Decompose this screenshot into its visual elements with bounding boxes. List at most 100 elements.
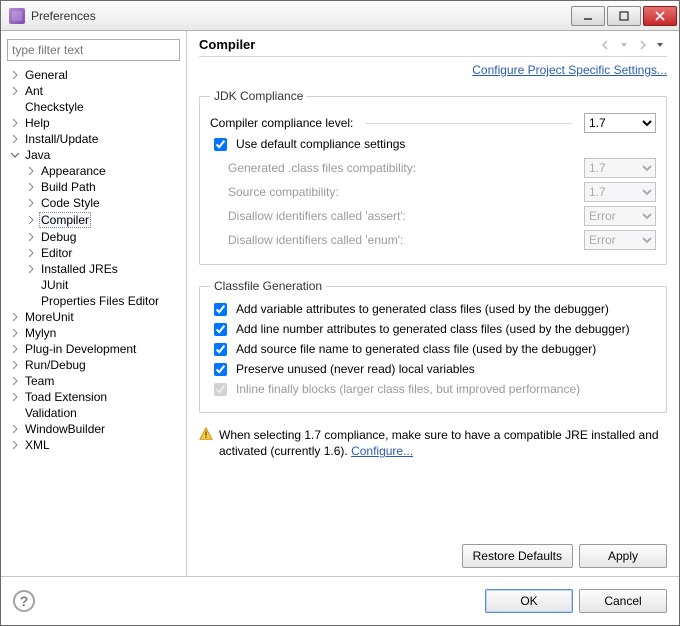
configure-project-link[interactable]: Configure Project Specific Settings... — [472, 63, 667, 77]
blank-icon — [9, 407, 21, 419]
help-icon[interactable]: ? — [13, 590, 35, 612]
tree-item-properties-editor[interactable]: Properties Files Editor — [7, 293, 180, 309]
add-source-name-checkbox[interactable] — [214, 343, 227, 356]
warning-icon — [199, 427, 213, 441]
chevron-right-icon — [25, 214, 37, 226]
tree-item-ant[interactable]: Ant — [7, 83, 180, 99]
classfile-generation-group: Classfile Generation Add variable attrib… — [199, 279, 667, 413]
nav-toolbar — [599, 38, 667, 52]
chevron-right-icon — [9, 69, 21, 81]
tree-item-installed-jres[interactable]: Installed JREs — [7, 261, 180, 277]
close-button[interactable] — [643, 6, 677, 26]
preserve-unused-label: Preserve unused (never read) local varia… — [236, 362, 475, 376]
inline-finally-checkbox — [214, 383, 227, 396]
enum-select: Error — [584, 230, 656, 250]
chevron-right-icon — [25, 231, 37, 243]
jdk-compliance-group: JDK Compliance Compiler compliance level… — [199, 89, 667, 265]
add-line-number-checkbox[interactable] — [214, 323, 227, 336]
chevron-right-icon — [9, 375, 21, 387]
tree-item-compiler[interactable]: Compiler — [7, 211, 180, 229]
titlebar: Preferences — [1, 1, 679, 31]
chevron-right-icon — [25, 197, 37, 209]
tree-item-moreunit[interactable]: MoreUnit — [7, 309, 180, 325]
use-default-checkbox[interactable] — [214, 138, 227, 151]
chevron-down-icon — [9, 149, 21, 161]
tree-item-checkstyle[interactable]: Checkstyle — [7, 99, 180, 115]
tree-item-java-debug[interactable]: Debug — [7, 229, 180, 245]
tree-item-run-debug[interactable]: Run/Debug — [7, 357, 180, 373]
chevron-right-icon — [9, 85, 21, 97]
warning-text: When selecting 1.7 compliance, make sure… — [219, 427, 667, 459]
gen-class-select: 1.7 — [584, 158, 656, 178]
enum-label: Disallow identifiers called 'enum': — [228, 233, 403, 247]
assert-select: Error — [584, 206, 656, 226]
divider — [365, 123, 572, 124]
restore-defaults-button[interactable]: Restore Defaults — [462, 544, 573, 568]
chevron-right-icon — [9, 133, 21, 145]
add-source-name-label: Add source file name to generated class … — [236, 342, 596, 356]
tree-item-toad[interactable]: Toad Extension — [7, 389, 180, 405]
tree-item-code-style[interactable]: Code Style — [7, 195, 180, 211]
apply-button[interactable]: Apply — [579, 544, 667, 568]
add-variable-attr-label: Add variable attributes to generated cla… — [236, 302, 609, 316]
chevron-right-icon — [25, 247, 37, 259]
maximize-button[interactable] — [607, 6, 641, 26]
tree-item-windowbuilder[interactable]: WindowBuilder — [7, 421, 180, 437]
chevron-right-icon — [9, 439, 21, 451]
tree-item-team[interactable]: Team — [7, 373, 180, 389]
gen-class-label: Generated .class files compatibility: — [228, 161, 416, 175]
back-icon[interactable] — [599, 38, 613, 52]
tree-item-general[interactable]: General — [7, 67, 180, 83]
add-line-number-label: Add line number attributes to generated … — [236, 322, 630, 336]
compliance-warning: When selecting 1.7 compliance, make sure… — [199, 427, 667, 459]
tree-item-mylyn[interactable]: Mylyn — [7, 325, 180, 341]
add-variable-attr-checkbox[interactable] — [214, 303, 227, 316]
preferences-tree-panel: General Ant Checkstyle Help Install/Upda… — [1, 31, 187, 576]
tree-item-install-update[interactable]: Install/Update — [7, 131, 180, 147]
back-menu-icon[interactable] — [617, 38, 631, 52]
tree-item-junit[interactable]: JUnit — [7, 277, 180, 293]
compliance-level-label: Compiler compliance level: — [210, 116, 353, 130]
compiler-pane: Compiler Configure Project Specific Sett… — [187, 31, 679, 576]
preferences-tree: General Ant Checkstyle Help Install/Upda… — [7, 67, 180, 453]
chevron-right-icon — [9, 327, 21, 339]
use-default-label: Use default compliance settings — [236, 137, 405, 151]
forward-icon[interactable] — [635, 38, 649, 52]
inline-finally-label: Inline finally blocks (larger class file… — [236, 382, 580, 396]
compliance-level-select[interactable]: 1.7 — [584, 113, 656, 133]
chevron-right-icon — [9, 423, 21, 435]
window-title: Preferences — [31, 9, 569, 23]
ok-button[interactable]: OK — [485, 589, 573, 613]
assert-label: Disallow identifiers called 'assert': — [228, 209, 406, 223]
preserve-unused-checkbox[interactable] — [214, 363, 227, 376]
jdk-legend: JDK Compliance — [210, 89, 307, 103]
src-compat-label: Source compatibility: — [228, 185, 339, 199]
cancel-button[interactable]: Cancel — [579, 589, 667, 613]
chevron-right-icon — [9, 391, 21, 403]
app-icon — [9, 8, 25, 24]
blank-icon — [9, 101, 21, 113]
chevron-right-icon — [9, 359, 21, 371]
blank-icon — [25, 295, 37, 307]
filter-input[interactable] — [7, 39, 180, 61]
configure-jre-link[interactable]: Configure... — [351, 444, 413, 458]
warning-text-a: When selecting 1.7 compliance, make sure… — [219, 428, 659, 458]
minimize-button[interactable] — [571, 6, 605, 26]
chevron-right-icon — [25, 263, 37, 275]
tree-item-plugin-dev[interactable]: Plug-in Development — [7, 341, 180, 357]
tree-item-java[interactable]: Java — [7, 147, 180, 163]
tree-item-build-path[interactable]: Build Path — [7, 179, 180, 195]
tree-item-validation[interactable]: Validation — [7, 405, 180, 421]
classfile-legend: Classfile Generation — [210, 279, 326, 293]
chevron-right-icon — [9, 117, 21, 129]
tree-item-help[interactable]: Help — [7, 115, 180, 131]
tree-item-xml[interactable]: XML — [7, 437, 180, 453]
blank-icon — [25, 279, 37, 291]
chevron-right-icon — [25, 181, 37, 193]
tree-item-java-editor[interactable]: Editor — [7, 245, 180, 261]
pane-title: Compiler — [199, 37, 599, 52]
chevron-right-icon — [9, 311, 21, 323]
dialog-footer: ? OK Cancel — [1, 577, 679, 625]
view-menu-icon[interactable] — [653, 38, 667, 52]
tree-item-appearance[interactable]: Appearance — [7, 163, 180, 179]
